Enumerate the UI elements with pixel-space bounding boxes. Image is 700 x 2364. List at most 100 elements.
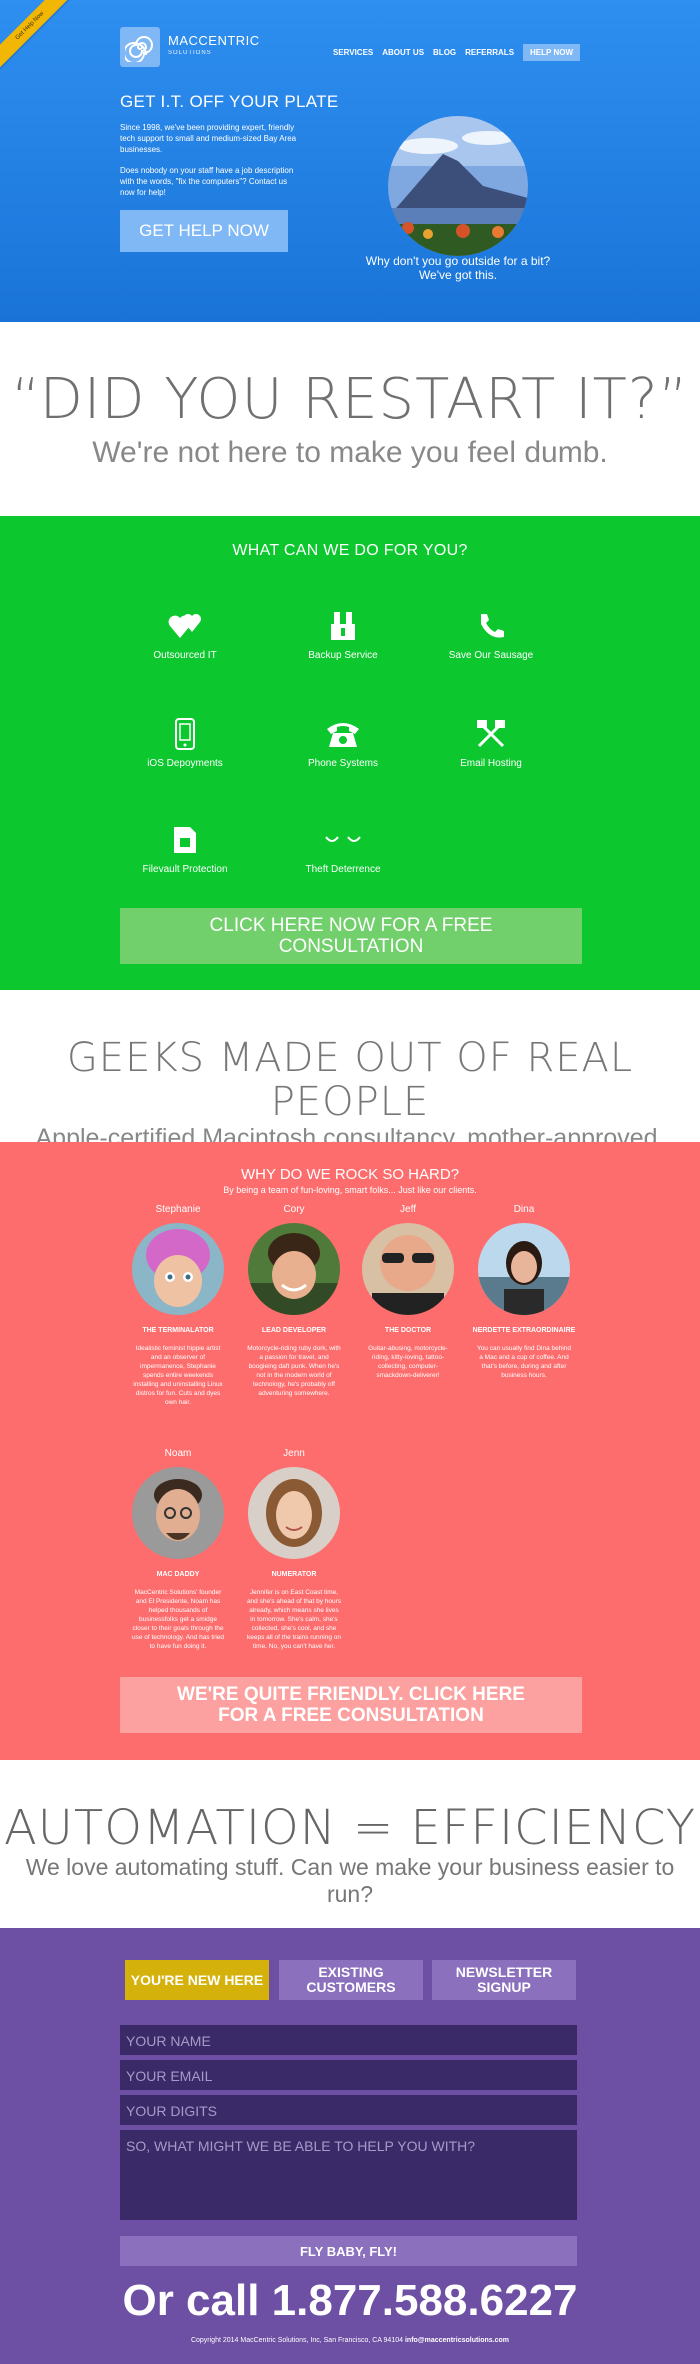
member-role: LEAD DEVELOPER (261, 1327, 327, 1334)
tab-newsletter-signup[interactable]: NEWSLETTER SIGNUP (432, 1960, 576, 2000)
hero-paragraph-2: Does nobody on your staff have a job des… (120, 166, 294, 197)
service-phone-systems[interactable]: Phone Systems (268, 716, 418, 769)
nav-services[interactable]: SERVICES (333, 48, 373, 57)
member-bio: Idealistic feminist hippie artist and an… (133, 1345, 223, 1406)
member-role: MAC DADDY (156, 1571, 200, 1578)
tab-existing-customers[interactable]: EXISTING CUSTOMERS (279, 1960, 423, 2000)
services-title: WHAT CAN WE DO FOR YOU? (232, 542, 468, 559)
phone-number[interactable]: Or call 1.877.588.6227 (0, 2276, 700, 2326)
hero-paragraph-1: Since 1998, we've been providing expert,… (120, 123, 297, 154)
member-bio: Motorcycle-riding ruby dork, with a pass… (247, 1345, 341, 1397)
member-photo (132, 1467, 224, 1559)
services-section: WHAT CAN WE DO FOR YOU? Outsourced IT Ba… (0, 516, 700, 990)
team-member-noam: Noam MAC DADDY MacCentric Solutions' fou… (126, 1448, 230, 1651)
service-email-hosting[interactable]: Email Hosting (416, 716, 566, 769)
member-bio: You can usually find Dina behind a Mac a… (476, 1345, 572, 1379)
team-section: WHY DO WE ROCK SO HARD? By being a team … (0, 1142, 700, 1760)
friendly-consultation-button[interactable]: WE'RE QUITE FRIENDLY. CLICK HERE FOR A F… (120, 1677, 582, 1733)
team-member-jenn: Jenn NUMERATOR Jennifer is on East Coast… (242, 1448, 346, 1651)
service-label: Email Hosting (460, 758, 522, 769)
member-name: Dina (513, 1204, 535, 1215)
hero-title: GET I.T. OFF YOUR PLATE (120, 92, 339, 111)
nav-blog[interactable]: BLOG (433, 48, 456, 57)
logo[interactable]: MACCENTRIC SOLUTIONS (120, 27, 260, 67)
geeks-heading: GEEKS MADE OUT OF REAL PEOPLE (66, 1035, 634, 1125)
team-member-cory: Cory LEAD DEVELOPER Motorcycle-riding ru… (242, 1204, 346, 1398)
service-backup[interactable]: Backup Service (268, 608, 418, 661)
service-ios-deployments[interactable]: iOS Depoyments (110, 716, 260, 769)
automation-heading: AUTOMATION = EFFICIENCY (3, 1800, 697, 1856)
message-field[interactable]: SO, WHAT MIGHT WE BE ABLE TO HELP YOU WI… (120, 2130, 577, 2220)
member-bio: Jennifer is on East Coast time, and she'… (246, 1589, 342, 1650)
automation-band: AUTOMATION = EFFICIENCY We love automati… (0, 1760, 700, 1928)
eyes-icon (323, 822, 363, 858)
spiral-logo-icon (120, 27, 160, 67)
backup-icon (323, 608, 363, 644)
team-member-stephanie: Stephanie THE TERMINALATOR Idealistic fe… (126, 1204, 230, 1407)
logo-title: MACCENTRIC (168, 33, 260, 48)
service-label: Theft Deterrence (305, 864, 381, 875)
member-bio: Guitar-abusing, motorcycle-riding, kitty… (368, 1345, 448, 1379)
email-hosting-icon (471, 716, 511, 752)
member-name: Jenn (283, 1448, 305, 1459)
service-label: iOS Depoyments (147, 758, 223, 769)
team-subtitle: By being a team of fun-loving, smart fol… (223, 1185, 477, 1195)
contact-section: YOU'RE NEW HERE EXISTING CUSTOMERS NEWSL… (0, 1928, 700, 2364)
restart-subheading: We're not here to make you feel dumb. (92, 436, 608, 469)
member-photo (248, 1223, 340, 1315)
nav-about-us[interactable]: ABOUT US (382, 48, 424, 57)
restart-band: “DID YOU RESTART IT?” We're not here to … (0, 322, 700, 516)
geeks-band: GEEKS MADE OUT OF REAL PEOPLE Apple-cert… (0, 990, 700, 1152)
service-filevault[interactable]: Filevault Protection (110, 822, 260, 875)
member-role: THE DOCTOR (384, 1327, 432, 1334)
hearts-icon (165, 608, 205, 644)
member-photo (132, 1223, 224, 1315)
logo-subtitle: SOLUTIONS (168, 50, 212, 56)
hero-section: Get Help Now MACCENTRIC SOLUTIONS SERVIC… (0, 0, 700, 322)
service-label: Phone Systems (307, 758, 379, 769)
digits-field[interactable]: YOUR DIGITS (120, 2095, 577, 2125)
submit-button[interactable]: FLY BABY, FLY! (120, 2236, 577, 2266)
free-consultation-button[interactable]: CLICK HERE NOW FOR A FREE CONSULTATION (120, 908, 582, 964)
service-theft-deterrence[interactable]: Theft Deterrence (268, 822, 418, 875)
member-photo (362, 1223, 454, 1315)
footer-copyright: Copyright 2014 MacCentric Solutions, Inc… (0, 2337, 700, 2344)
get-help-ribbon[interactable]: Get Help Now (0, 0, 79, 75)
team-title: WHY DO WE ROCK SO HARD? (240, 1166, 460, 1183)
service-label: Backup Service (308, 650, 378, 661)
member-name: Jeff (400, 1204, 416, 1215)
filevault-icon (165, 822, 205, 858)
service-label: Save Our Sausage (448, 650, 534, 661)
telephone-icon (323, 716, 363, 752)
member-photo (248, 1467, 340, 1559)
member-role: NUMERATOR (271, 1571, 317, 1578)
automation-subheading: We love automating stuff. Can we make yo… (25, 1854, 675, 1907)
member-name: Stephanie (155, 1204, 201, 1215)
service-save-our-sausage[interactable]: Save Our Sausage (416, 608, 566, 661)
nav-referrals[interactable]: REFERRALS (465, 48, 514, 57)
hero-caption: Why don't you go outside for a bit? We'v… (365, 254, 551, 282)
logo-text: MACCENTRIC SOLUTIONS (168, 34, 260, 60)
service-label: Outsourced IT (153, 650, 217, 661)
outdoor-photo (388, 116, 528, 256)
member-role: NERDETTE EXTRAORDINAIRE (472, 1327, 576, 1334)
name-field[interactable]: YOUR NAME (120, 2025, 577, 2055)
team-member-jeff: Jeff THE DOCTOR Guitar-abusing, motorcyc… (356, 1204, 460, 1380)
member-bio: MacCentric Solutions' founder and El Pre… (131, 1589, 225, 1650)
copyright-text: Copyright 2014 MacCentric Solutions, Inc… (190, 2337, 404, 2344)
hero-copy: GET I.T. OFF YOUR PLATE Since 1998, we'v… (120, 92, 340, 252)
sausage-icon (471, 608, 511, 644)
tab-new-here[interactable]: YOU'RE NEW HERE (125, 1960, 269, 2000)
footer-email-link[interactable]: info@maccentricsolutions.com (405, 2337, 509, 2344)
get-help-now-button[interactable]: GET HELP NOW (120, 210, 288, 252)
nav-help-now-button[interactable]: HELP NOW (523, 44, 580, 61)
member-role: THE TERMINALATOR (142, 1327, 214, 1334)
phone-device-icon (165, 716, 205, 752)
member-name: Cory (283, 1204, 305, 1215)
email-field[interactable]: YOUR EMAIL (120, 2060, 577, 2090)
member-photo (478, 1223, 570, 1315)
team-member-dina: Dina NERDETTE EXTRAORDINAIRE You can usu… (472, 1204, 576, 1380)
restart-heading: “DID YOU RESTART IT?” (11, 367, 689, 432)
member-name: Noam (164, 1448, 192, 1459)
service-outsourced-it[interactable]: Outsourced IT (110, 608, 260, 661)
